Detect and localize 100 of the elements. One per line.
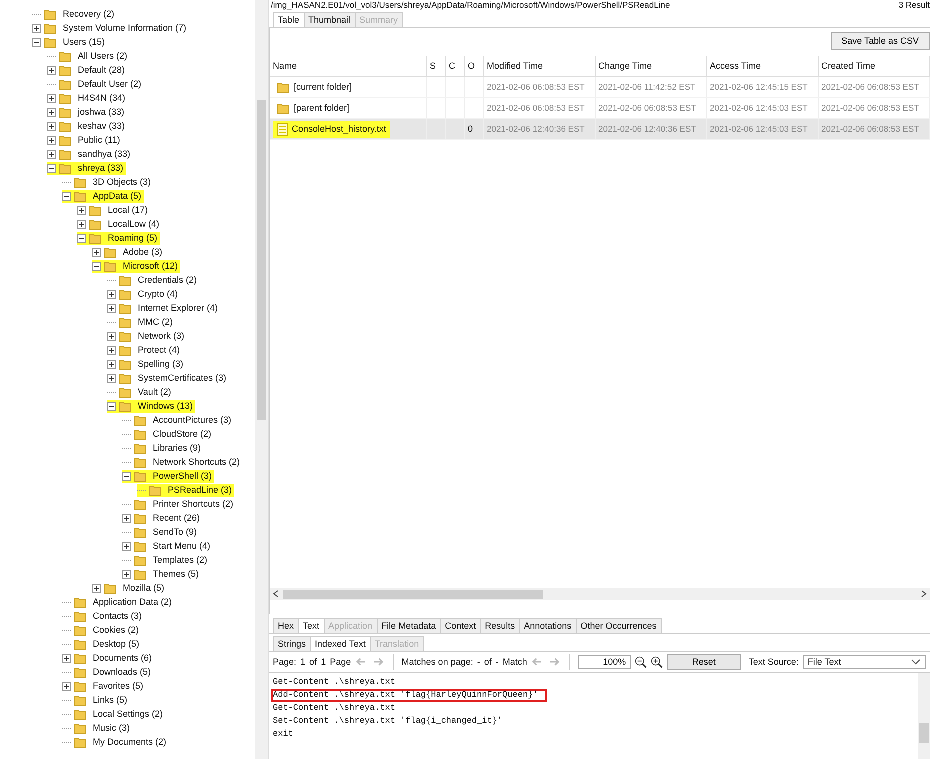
text-source-dropdown[interactable]: File Text — [802, 655, 926, 669]
scroll-left-icon[interactable] — [273, 590, 279, 598]
tree-item[interactable]: Start Menu (4) — [150, 541, 211, 551]
scrollbar[interactable] — [270, 588, 930, 600]
expand-toggle-icon[interactable] — [47, 150, 56, 158]
tree-item[interactable]: SystemCertificates (3) — [135, 373, 227, 383]
tree-item[interactable]: joshwa (33) — [75, 107, 125, 117]
expand-toggle-icon[interactable] — [77, 220, 86, 228]
expand-toggle-icon[interactable] — [122, 514, 131, 522]
tree-item[interactable]: Default User (2) — [75, 79, 142, 89]
expand-toggle-icon[interactable] — [107, 402, 116, 410]
scrollbar[interactable] — [255, 0, 268, 759]
tree-item[interactable]: Network (3) — [135, 331, 185, 341]
content-tab[interactable]: Results — [480, 618, 520, 633]
zoom-field[interactable]: 100% — [578, 655, 632, 669]
expand-toggle-icon[interactable] — [47, 108, 56, 116]
content-tab[interactable]: Hex — [273, 618, 300, 633]
tree-item[interactable]: CloudStore (2) — [150, 429, 212, 439]
expand-toggle-icon[interactable] — [107, 374, 116, 382]
content-tab[interactable]: Other Occurrences — [576, 618, 662, 633]
zoom-in-icon[interactable] — [651, 654, 664, 670]
expand-toggle-icon[interactable] — [32, 24, 41, 32]
tree-item[interactable]: Recovery (2) — [60, 9, 115, 19]
file-name[interactable]: [current folder] — [294, 82, 352, 92]
scrollbar[interactable] — [918, 673, 930, 759]
tree-item[interactable]: Vault (2) — [135, 387, 172, 397]
column-header[interactable]: Modified Time — [484, 56, 595, 76]
tree-item[interactable]: Public (11) — [75, 135, 120, 145]
column-header[interactable]: S — [426, 56, 446, 76]
expand-toggle-icon[interactable] — [92, 584, 101, 592]
tree-item[interactable]: My Documents (2) — [90, 737, 167, 747]
tree-item[interactable]: Network Shortcuts (2) — [150, 457, 240, 467]
expand-toggle-icon[interactable] — [62, 682, 71, 690]
tree-item[interactable]: Credentials (2) — [135, 275, 198, 285]
expand-toggle-icon[interactable] — [32, 38, 41, 46]
save-csv-button[interactable]: Save Table as CSV — [830, 32, 930, 50]
tree-item[interactable]: Contacts (3) — [90, 611, 142, 621]
tree-item[interactable]: H4S4N (34) — [75, 93, 126, 103]
tree-item[interactable]: All Users (2) — [75, 51, 128, 61]
view-tab[interactable]: Table — [273, 12, 305, 27]
tree-item[interactable]: sandhya (33) — [75, 149, 131, 159]
tree-item[interactable]: System Volume Information (7) — [60, 23, 187, 33]
tree-item[interactable]: Spelling (3) — [135, 359, 184, 369]
zoom-out-icon[interactable] — [635, 654, 648, 670]
tree-item[interactable]: Libraries (9) — [150, 443, 202, 453]
reset-button[interactable]: Reset — [667, 654, 741, 670]
tree-item[interactable]: keshav (33) — [75, 121, 126, 131]
expand-toggle-icon[interactable] — [107, 304, 116, 312]
tree-item[interactable]: Recent (26) — [150, 513, 200, 523]
expand-toggle-icon[interactable] — [62, 654, 71, 662]
tree-item[interactable]: Mozilla (5) — [120, 583, 165, 593]
tree-item[interactable]: Protect (4) — [135, 345, 180, 355]
tree-item[interactable]: Music (3) — [90, 723, 130, 733]
tree-item[interactable]: Crypto (4) — [135, 289, 178, 299]
tree-item[interactable]: Templates (2) — [150, 555, 208, 565]
file-name[interactable]: [parent folder] — [294, 103, 350, 113]
column-header[interactable]: Created Time — [818, 56, 930, 76]
tree-item[interactable]: Documents (6) — [90, 653, 152, 663]
expand-toggle-icon[interactable] — [47, 66, 56, 74]
tree-item[interactable]: 3D Objects (3) — [90, 177, 152, 187]
column-header[interactable]: Change Time — [595, 56, 706, 76]
tree-item[interactable]: Adobe (3) — [120, 247, 163, 257]
content-tab[interactable]: Annotations — [519, 618, 577, 633]
scroll-right-icon[interactable] — [921, 590, 927, 598]
content-tab[interactable]: Context — [440, 618, 482, 633]
tree-item[interactable]: Themes (5) — [150, 569, 200, 579]
expand-toggle-icon[interactable] — [107, 332, 116, 340]
expand-toggle-icon[interactable] — [92, 248, 101, 256]
tree-item[interactable]: Default (28) — [75, 65, 126, 75]
tree-item[interactable]: Local Settings (2) — [90, 709, 164, 719]
column-header[interactable]: O — [464, 56, 484, 76]
expand-toggle-icon[interactable] — [77, 234, 86, 242]
tree-item[interactable]: Local (17) — [105, 205, 148, 215]
tree-item[interactable]: Application Data (2) — [90, 597, 172, 607]
view-tab[interactable]: Thumbnail — [304, 12, 356, 27]
column-header[interactable]: Access Time — [706, 56, 818, 76]
expand-toggle-icon[interactable] — [122, 472, 131, 480]
expand-toggle-icon[interactable] — [47, 136, 56, 144]
column-header[interactable]: Name — [270, 56, 426, 76]
expand-toggle-icon[interactable] — [107, 346, 116, 354]
content-tab[interactable]: File Metadata — [376, 618, 442, 633]
expand-toggle-icon[interactable] — [47, 94, 56, 102]
tree-item[interactable]: AccountPictures (3) — [150, 415, 232, 425]
tree-item[interactable]: Printer Shortcuts (2) — [150, 499, 234, 509]
expand-toggle-icon[interactable] — [107, 290, 116, 298]
column-header[interactable]: C — [446, 56, 464, 76]
tree-item[interactable]: Users (15) — [60, 37, 106, 47]
expand-toggle-icon[interactable] — [62, 192, 71, 200]
expand-toggle-icon[interactable] — [92, 262, 101, 270]
expand-toggle-icon[interactable] — [77, 206, 86, 214]
tree-item[interactable]: Desktop (5) — [90, 639, 140, 649]
tree-item[interactable]: Downloads (5) — [90, 667, 152, 677]
expand-toggle-icon[interactable] — [122, 542, 131, 550]
tree-item[interactable]: Internet Explorer (4) — [135, 303, 218, 313]
expand-toggle-icon[interactable] — [122, 570, 131, 578]
expand-toggle-icon[interactable] — [107, 360, 116, 368]
text-view-subtab[interactable]: Strings — [273, 636, 312, 651]
tree-item[interactable]: Cookies (2) — [90, 625, 140, 635]
tree-item[interactable]: SendTo (9) — [150, 527, 198, 537]
tree-item[interactable]: Links (5) — [90, 695, 128, 705]
